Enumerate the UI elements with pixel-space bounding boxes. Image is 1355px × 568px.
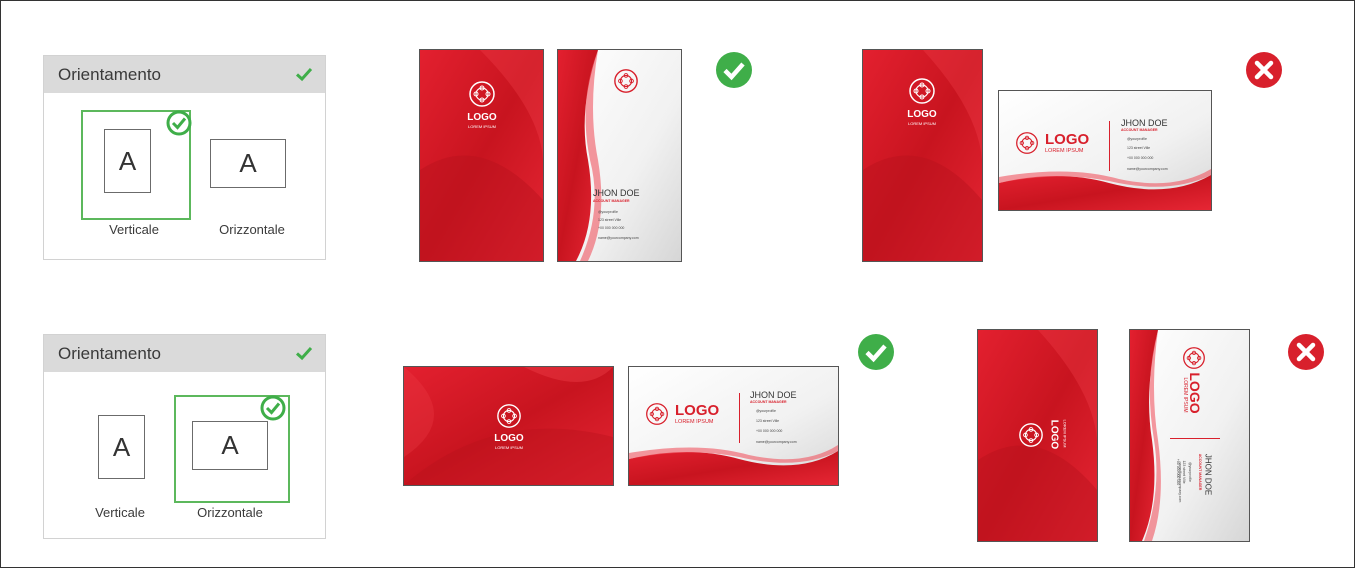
card-role: ACCOUNT MANAGER [1198,453,1202,491]
logo-subtext: LOREM IPSUM [1062,419,1068,448]
card-front-vertical: LOGO LOREM IPSUM [419,49,544,262]
red-x-circle-icon [1288,334,1324,370]
card-back-horizontal: LOGO LOREM IPSUM JHON DOE ACCOUNT MANAGE… [998,90,1212,211]
option-vertical-label: Verticale [109,222,159,237]
green-check-circle-icon [858,334,894,370]
card-profile: @yourprofile [1188,462,1192,482]
card-role: ACCOUNT MANAGER [750,400,787,404]
option-glyph: A [239,148,257,178]
logo-text: LOGO [467,112,497,123]
card-email: name@yourcompany.com [598,236,639,240]
option-glyph: A [118,145,137,176]
card-profile: @yourprofile [1127,137,1147,141]
logo-text: LOGO [1187,372,1203,414]
logo-emblem-icon [497,404,521,428]
selected-check-badge-icon [166,110,192,136]
card-back-vertical: JHON DOE ACCOUNT MANAGER @yourprofile 12… [557,49,682,262]
panel-title: Orientamento [58,344,161,363]
card-back-horizontal: LOGO LOREM IPSUM JHON DOE ACCOUNT MANAGE… [628,366,839,486]
card-phone: +00 000 000 000 [756,429,783,433]
divider [739,393,740,443]
card-address: 123 street Ville [756,419,780,423]
orientation-panel-horizontal: Orientamento A Verticale A Orizzontale [43,334,326,539]
logo-text: LOGO [1048,419,1060,450]
card-profile: @yourprofile [756,409,776,413]
card-email: name@yourcompany.com [756,440,797,444]
card-front-vertical: LOGO LOREM IPSUM [862,49,983,262]
selected-check-badge-icon [260,395,286,421]
card-back-vertical-rotated: LOGO LOREM IPSUM JHON DOE ACCOUNT MANAGE… [1129,329,1250,542]
card-front-horizontal: LOGO LOREM IPSUM [403,366,614,486]
card-phone: +00 000 000 000 [1127,156,1154,160]
card-background [629,367,838,485]
card-role: ACCOUNT MANAGER [593,199,630,203]
option-horizontal-label: Orizzontale [219,222,285,237]
orientation-panel-vertical: Orientamento A Verticale A Orizzontale [43,55,326,260]
logo-subtext: LOREM IPSUM [1045,148,1084,154]
logo-emblem-icon [614,69,638,93]
panel-header: Orientamento [44,56,325,93]
logo-text: LOGO [1045,131,1090,148]
logo-text: LOGO [907,109,937,120]
logo-subtext: LOREM IPSUM [467,124,496,129]
card-name: JHON DOE [593,188,640,198]
divider [1170,438,1220,439]
logo-subtext: LOREM IPSUM [1182,377,1188,413]
option-horizontal[interactable]: A [210,139,286,188]
logo-emblem-icon [1016,132,1038,154]
card-email: name@yourcompany.com [1127,167,1168,171]
card-profile: @yourprofile [598,210,618,214]
panel-title: Orientamento [58,65,161,84]
panel-header: Orientamento [44,335,325,372]
card-email: name@yourcompany.com [1178,461,1182,503]
check-icon [295,67,313,82]
card-phone: +00 000 000 000 [598,226,625,230]
logo-emblem-icon [469,81,495,107]
option-vertical-label: Verticale [95,505,145,520]
option-horizontal-label: Orizzontale [197,505,263,520]
option-vertical[interactable]: A [104,129,151,193]
logo-emblem-icon [646,403,668,425]
option-glyph: A [221,430,239,460]
logo-text: LOGO [675,402,720,419]
red-x-circle-icon [1246,52,1282,88]
card-name: JHON DOE [1121,118,1168,128]
option-vertical[interactable]: A [98,415,145,479]
card-name: JHON DOE [750,390,797,400]
logo-subtext: LOREM IPSUM [675,419,714,425]
option-glyph: A [112,431,131,462]
card-front-vertical-rotated: LOGO LOREM IPSUM [977,329,1098,542]
card-address: 123 street Ville [598,218,622,222]
divider [1109,121,1110,171]
check-icon [295,346,313,361]
logo-emblem-icon [1019,423,1043,447]
logo-subtext: LOREM IPSUM [907,121,936,126]
card-address: 123 street Ville [1127,146,1151,150]
card-name: JHON DOE [1203,453,1213,496]
green-check-circle-icon [716,52,752,88]
logo-subtext: LOREM IPSUM [494,445,523,450]
option-horizontal[interactable]: A [192,421,268,470]
card-address: 123 street Ville [1182,460,1186,484]
logo-emblem-icon [909,78,935,104]
logo-text: LOGO [494,433,524,444]
card-role: ACCOUNT MANAGER [1121,128,1158,132]
